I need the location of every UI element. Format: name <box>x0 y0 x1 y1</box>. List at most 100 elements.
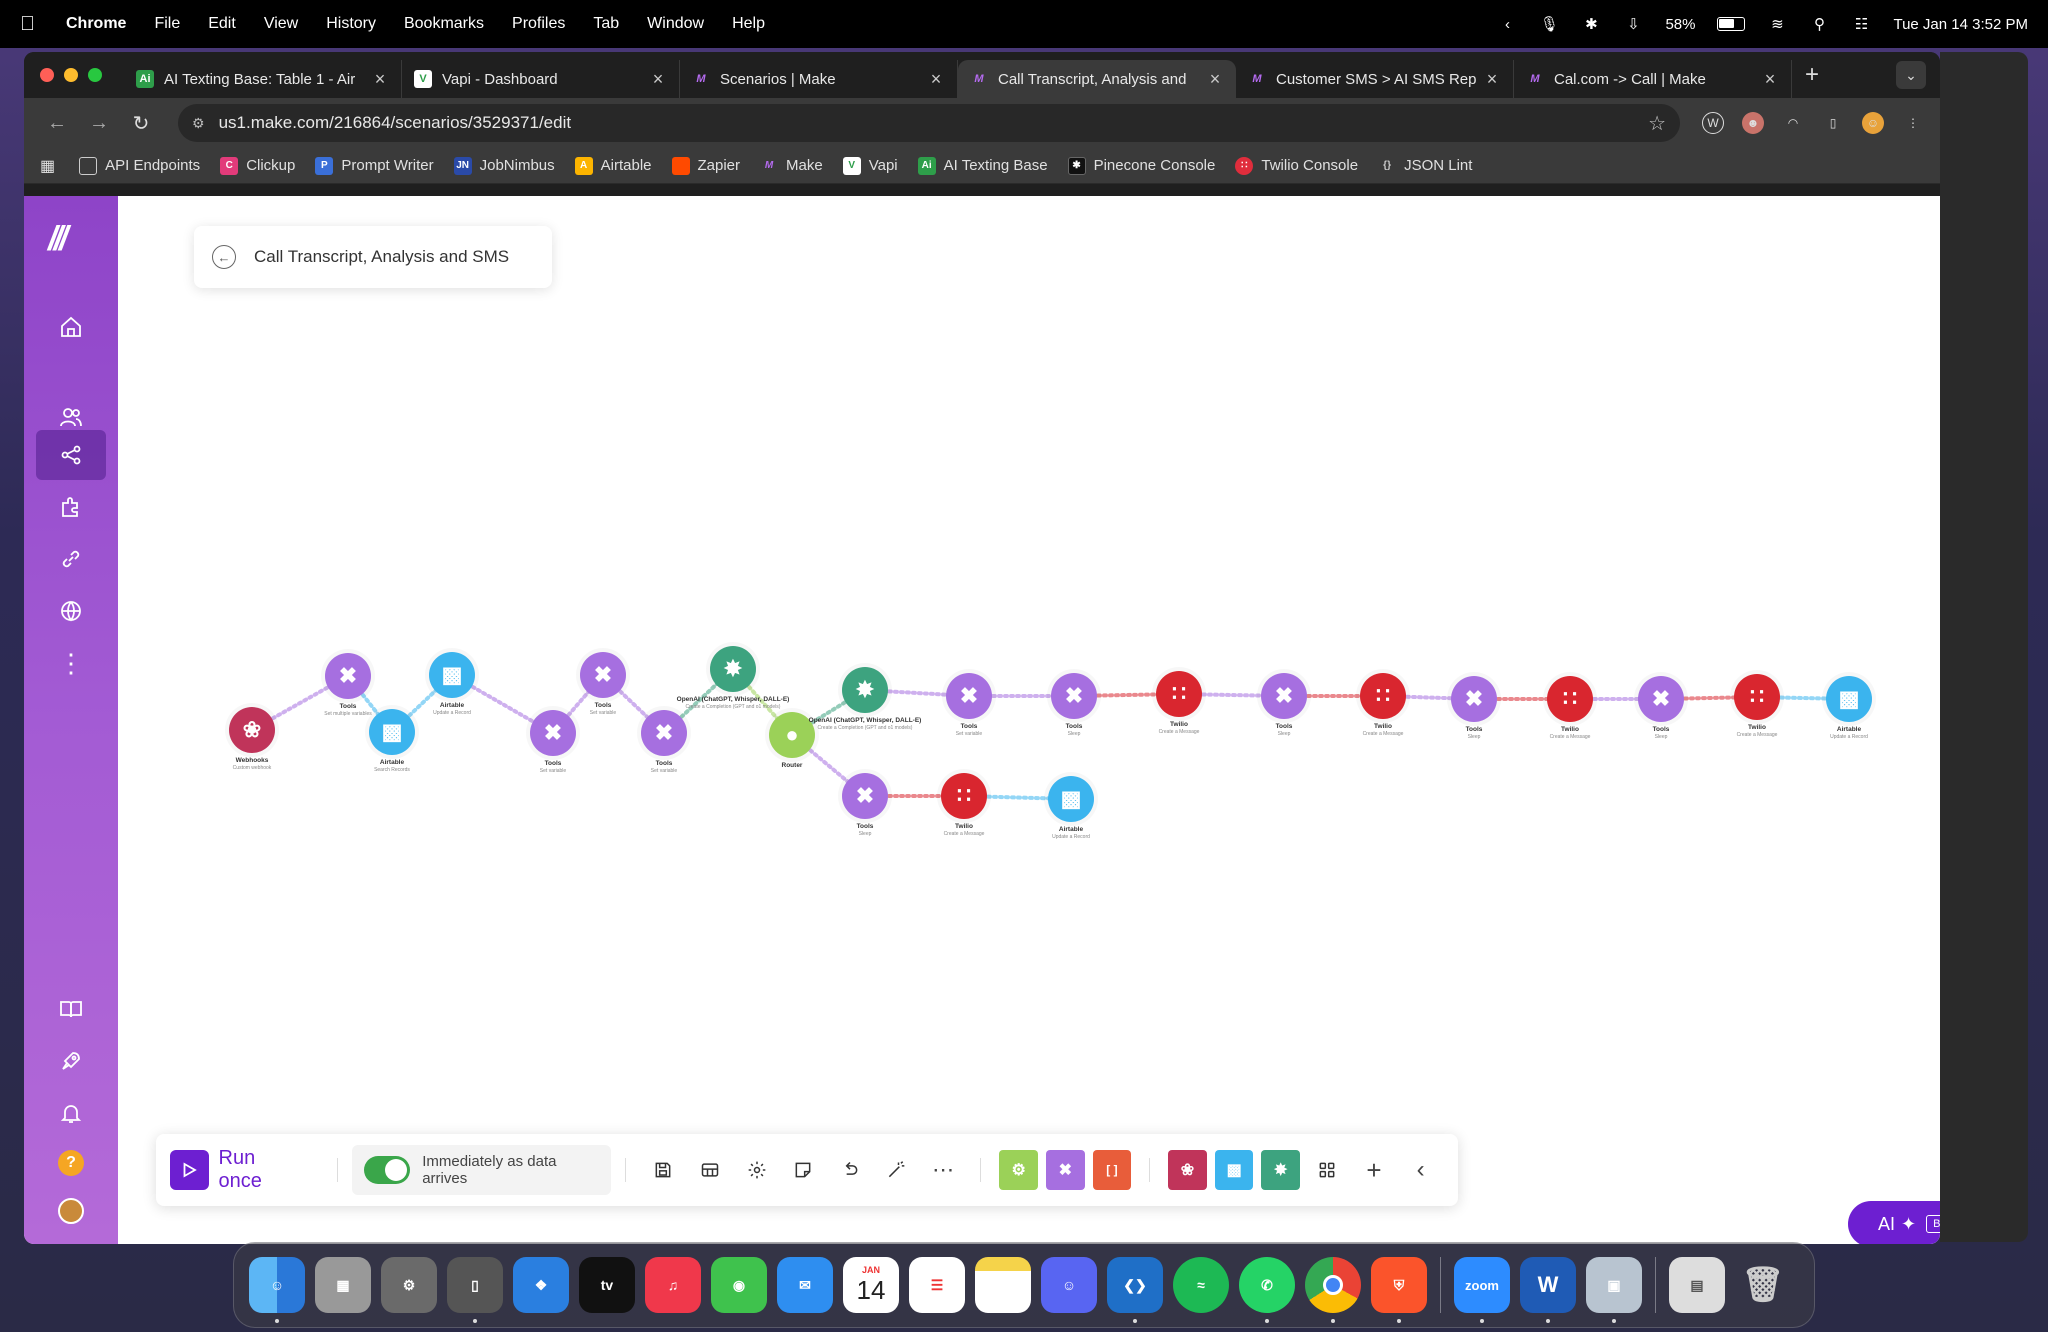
scheduling-toggle[interactable] <box>363 1156 411 1184</box>
dock-vscode-icon[interactable]: ❮❯ <box>1107 1257 1163 1323</box>
bookmark-make[interactable]: M Make <box>760 157 823 175</box>
module-airtable-icon[interactable]: ▩ <box>1048 776 1094 822</box>
extension-w-icon[interactable]: W <box>1702 112 1724 134</box>
dock-tv-icon[interactable]: tv <box>579 1257 635 1313</box>
globe-icon[interactable] <box>36 586 106 636</box>
tab-scenarios-make[interactable]: M Scenarios | Make × <box>680 60 958 98</box>
site-settings-icon[interactable]: ⚙ <box>192 115 205 132</box>
reload-icon[interactable]: ↻ <box>124 111 158 136</box>
menu-tab[interactable]: Tab <box>593 15 619 33</box>
module-tools-icon[interactable]: ✖ <box>1051 673 1097 719</box>
dock-brave-icon[interactable]: ⛨ <box>1371 1257 1427 1323</box>
dock-documents-icon[interactable]: ▤ <box>1669 1257 1725 1313</box>
control-center-icon[interactable]: ☷ <box>1851 15 1871 33</box>
extension-loading-icon[interactable]: ◠ <box>1782 112 1804 134</box>
extension-avatar-icon[interactable]: ☻ <box>1742 112 1764 134</box>
rocket-icon[interactable] <box>36 1036 106 1086</box>
menu-app-name[interactable]: Chrome <box>66 15 126 33</box>
module-webhooks-icon[interactable]: ❀ <box>229 707 275 753</box>
more-options-icon[interactable]: ⋯ <box>924 1150 963 1190</box>
collapse-chevron-left-icon[interactable]: ‹ <box>1401 1150 1440 1190</box>
settings-gear-icon[interactable] <box>737 1150 776 1190</box>
dock-music-icon[interactable]: ♫ <box>645 1257 701 1313</box>
address-bar[interactable]: ⚙ us1.make.com/216864/scenarios/3529371/… <box>178 104 1680 142</box>
forward-arrow-icon[interactable]: → <box>82 112 116 135</box>
home-icon[interactable] <box>36 302 106 352</box>
bookmark-airtable[interactable]: A Airtable <box>574 156 652 175</box>
menu-file[interactable]: File <box>154 15 180 33</box>
save-icon[interactable] <box>644 1150 683 1190</box>
zoom-window-icon[interactable] <box>88 68 102 82</box>
scenarios-share-icon[interactable] <box>36 430 106 480</box>
menu-edit[interactable]: Edit <box>208 15 236 33</box>
dock-zoom-icon[interactable]: zoom <box>1454 1257 1510 1323</box>
tab-search-chevron-icon[interactable]: ⌄ <box>1896 61 1926 89</box>
module-tools-icon[interactable]: ✖ <box>530 710 576 756</box>
ai-assistant-button[interactable]: AI ✦ BETA <box>1848 1201 1940 1244</box>
dock-discord-icon[interactable]: ☺ <box>1041 1257 1097 1313</box>
scenario-canvas[interactable]: ← Call Transcript, Analysis and SMS ❀ Web… <box>118 196 1940 1244</box>
dock-messages-icon[interactable]: ◉ <box>711 1257 767 1313</box>
tab-close-icon[interactable]: × <box>1761 69 1779 90</box>
module-tools-icon[interactable]: ✖ <box>1451 676 1497 722</box>
tools-icon[interactable]: ✖ <box>1045 1150 1085 1190</box>
bookmark-twilio-console[interactable]: ∷ Twilio Console <box>1235 156 1358 175</box>
all-apps-grid-icon[interactable] <box>1308 1150 1347 1190</box>
auto-align-wand-icon[interactable] <box>877 1150 916 1190</box>
tab-close-icon[interactable]: × <box>1206 69 1224 90</box>
airtable-icon[interactable]: ▩ <box>1214 1150 1254 1190</box>
openai-icon[interactable]: ✸ <box>1261 1150 1301 1190</box>
tab-calcom-call[interactable]: M Cal.com -> Call | Make × <box>1514 60 1792 98</box>
apps-grid-icon[interactable]: ▦ <box>40 156 55 176</box>
module-tools-icon[interactable]: ✖ <box>842 773 888 819</box>
dock-chrome-icon[interactable] <box>1305 1257 1361 1323</box>
bookmark-vapi[interactable]: V Vapi <box>842 156 898 175</box>
wifi-icon[interactable]: ≋ <box>1767 15 1787 33</box>
run-once-button[interactable]: Run once <box>170 1147 301 1193</box>
notes-icon[interactable] <box>784 1150 823 1190</box>
tab-close-icon[interactable]: × <box>1483 69 1501 90</box>
kebab-menu-icon[interactable]: ⋮ <box>1902 112 1924 134</box>
add-module-icon[interactable]: + <box>1355 1150 1394 1190</box>
dock-reminders-icon[interactable]: ☰ <box>909 1257 965 1313</box>
help-icon[interactable]: ? <box>36 1138 106 1188</box>
bookmark-star-icon[interactable]: ☆ <box>1648 111 1666 136</box>
dock-launchpad-icon[interactable]: ▦ <box>315 1257 371 1313</box>
docs-book-icon[interactable] <box>36 984 106 1034</box>
menu-view[interactable]: View <box>264 15 298 33</box>
tab-ai-texting-base[interactable]: Ai AI Texting Base: Table 1 - Air × <box>124 60 402 98</box>
tab-close-icon[interactable]: × <box>371 69 389 90</box>
dock-safari-icon[interactable]: ❖ <box>513 1257 569 1313</box>
tab-call-transcript[interactable]: M Call Transcript, Analysis and × <box>958 60 1236 98</box>
module-tools-icon[interactable]: ✖ <box>325 653 371 699</box>
apps-puzzle-icon[interactable] <box>36 482 106 532</box>
dock-spotify-icon[interactable]: ≈ <box>1173 1257 1229 1313</box>
back-arrow-icon[interactable]: ← <box>40 112 74 135</box>
dock-iphone-mirroring-icon[interactable]: ▯ <box>447 1257 503 1323</box>
module-tools-icon[interactable]: ✖ <box>580 652 626 698</box>
spotlight-search-icon[interactable]: ⚲ <box>1809 15 1829 33</box>
bookmark-prompt-writer[interactable]: P Prompt Writer <box>315 156 434 175</box>
module-tools-icon[interactable]: ✖ <box>1638 676 1684 722</box>
user-avatar-icon[interactable] <box>36 1186 106 1236</box>
menu-profiles[interactable]: Profiles <box>512 15 565 33</box>
dock-trash-icon[interactable]: 🗑 <box>1735 1257 1791 1313</box>
text-parser-icon[interactable]: [ ] <box>1092 1150 1132 1190</box>
bookmark-pinecone-console[interactable]: ✱ Pinecone Console <box>1067 156 1215 175</box>
notifications-bell-icon[interactable] <box>36 1088 106 1138</box>
module-openai-icon[interactable]: ✸ <box>710 646 756 692</box>
module-tools-icon[interactable]: ✖ <box>1261 673 1307 719</box>
dock-notes-icon[interactable] <box>975 1257 1031 1313</box>
apple-icon[interactable]:  <box>20 13 42 36</box>
menu-history[interactable]: History <box>326 15 376 33</box>
flow-control-icon[interactable]: ⚙ <box>999 1150 1038 1190</box>
make-logo-icon[interactable]: /// <box>48 220 68 259</box>
bookmark-json-lint[interactable]: {} JSON Lint <box>1378 157 1472 175</box>
menu-help[interactable]: Help <box>732 15 765 33</box>
module-airtable-icon[interactable]: ▩ <box>1826 676 1872 722</box>
module-openai-icon[interactable]: ✸ <box>842 667 888 713</box>
dock-whatsapp-icon[interactable]: ✆ <box>1239 1257 1295 1323</box>
module-airtable-icon[interactable]: ▩ <box>429 652 475 698</box>
dock-system-settings-icon[interactable]: ⚙ <box>381 1257 437 1313</box>
extensions-puzzle-icon[interactable]: ▯ <box>1822 112 1844 134</box>
